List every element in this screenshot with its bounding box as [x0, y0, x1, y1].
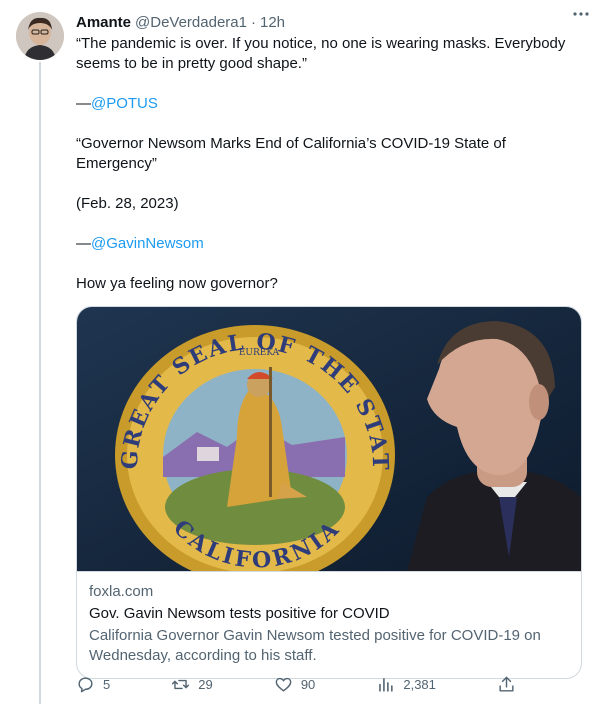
attribution-newsom: —@GavinNewsom — [76, 234, 582, 254]
action-bar: 5 29 90 2,381 — [76, 672, 516, 696]
share-button[interactable] — [497, 672, 516, 696]
retweet-count: 29 — [198, 676, 213, 692]
reply-count: 5 — [103, 676, 111, 692]
share-icon — [499, 676, 514, 692]
attribution-potus: —@POTUS — [76, 94, 582, 114]
quote-text: “The pandemic is over. If you notice, no… — [76, 35, 566, 72]
tweet-header: Amante @DeVerdadera1 · 12h — [76, 10, 582, 34]
date-text: (Feb. 28, 2023) — [76, 195, 179, 212]
like-count: 90 — [300, 676, 316, 692]
like-button[interactable]: 90 — [274, 672, 315, 696]
timestamp[interactable]: 12h — [260, 14, 285, 31]
card-image: THE GREAT SEAL OF THE STATE OF CALIFORNI… — [77, 307, 581, 571]
retweet-button[interactable]: 29 — [171, 672, 213, 696]
view-count: 2,381 — [403, 676, 436, 692]
author-handle[interactable]: @DeVerdadera1 — [135, 14, 247, 31]
separator-dot: · — [250, 13, 256, 31]
headline-quote: “Governor Newsom Marks End of California… — [76, 135, 506, 172]
thread-line — [39, 62, 41, 704]
card-description: California Governor Gavin Newsom tested … — [89, 627, 541, 664]
author-name[interactable]: Amante — [76, 14, 131, 31]
views-bar-chart-icon — [379, 677, 393, 692]
link-card[interactable]: THE GREAT SEAL OF THE STATE OF CALIFORNI… — [76, 306, 582, 679]
heart-icon — [275, 677, 292, 692]
closing-text: How ya feeling now governor? — [76, 275, 278, 292]
dash: — — [76, 95, 91, 112]
card-body: foxla.com Gov. Gavin Newsom tests positi… — [77, 571, 581, 678]
avatar[interactable] — [16, 12, 64, 60]
views-button[interactable]: 2,381 — [376, 672, 436, 696]
reply-icon — [78, 676, 93, 692]
mention-gavinnewsom[interactable]: @GavinNewsom — [91, 235, 204, 252]
mention-potus[interactable]: @POTUS — [91, 95, 158, 112]
card-title: Gov. Gavin Newsom tests positive for COV… — [89, 605, 390, 622]
dash: — — [76, 235, 91, 252]
seal-motto: EUREKA — [239, 348, 280, 358]
tweet-text: “The pandemic is over. If you notice, no… — [76, 34, 582, 294]
tweet-content: Amante @DeVerdadera1 · 12h “The pandemic… — [76, 10, 582, 679]
card-domain: foxla.com — [89, 583, 154, 600]
retweet-icon — [172, 679, 190, 689]
avatar-image — [16, 12, 64, 60]
reply-button[interactable]: 5 — [76, 672, 110, 696]
more-options-icon[interactable] — [570, 6, 592, 22]
